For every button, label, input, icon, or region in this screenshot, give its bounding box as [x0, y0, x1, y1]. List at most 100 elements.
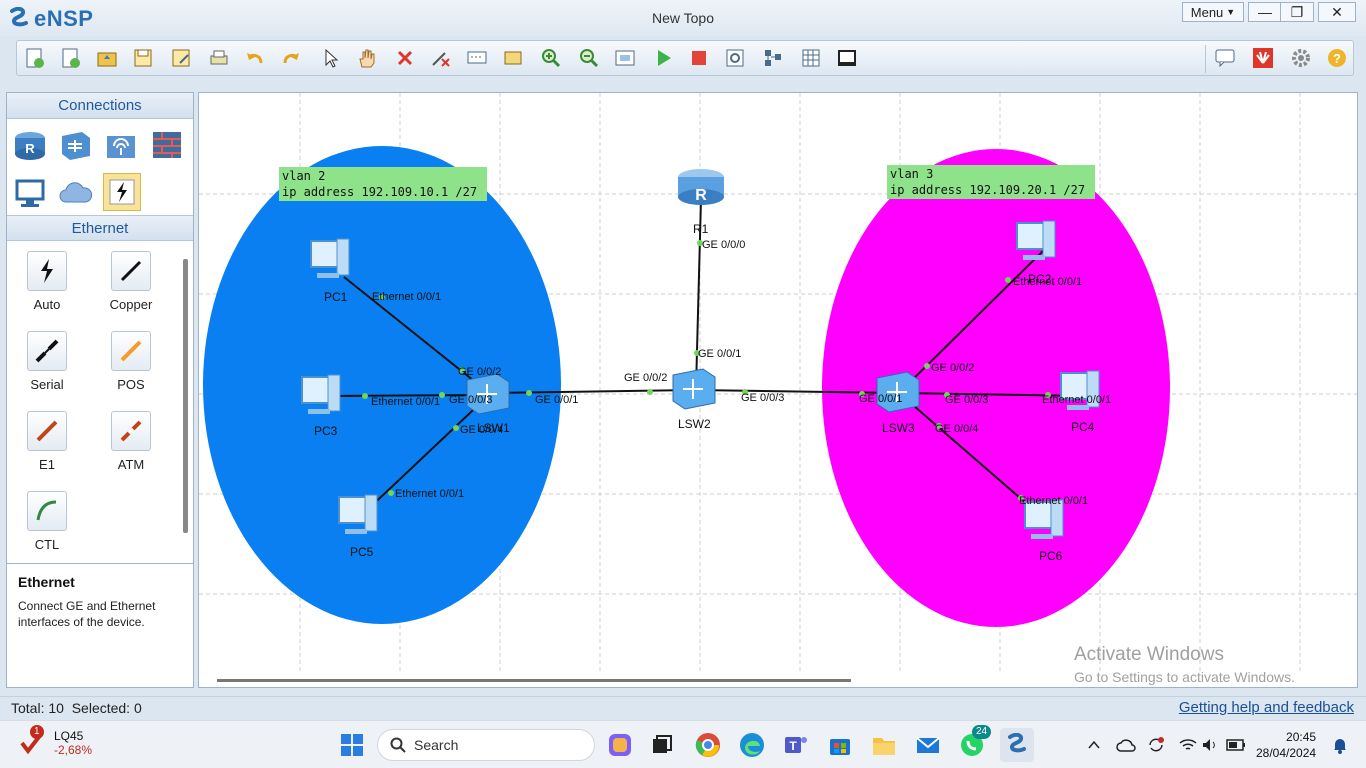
help-feedback-link[interactable]: Getting help and feedback [1179, 699, 1354, 716]
wireless-icon[interactable] [103, 127, 139, 163]
topology-canvas[interactable]: R R1 LSW1 LSW2 LSW3 PC1 PC2 PC3 PC4 PC5 … [198, 92, 1358, 688]
port-label: Ethernet 0/0/1 [395, 488, 464, 500]
device-panel: Connections R Ethernet Auto Copper Seria… [6, 92, 194, 688]
help-icon[interactable]: ? [1325, 46, 1349, 70]
device-label: PC1 [324, 290, 348, 304]
topology-icon[interactable] [761, 46, 785, 70]
mail-icon[interactable] [914, 731, 942, 759]
start-icon[interactable] [651, 46, 675, 70]
panel-scrollbar[interactable] [183, 259, 188, 533]
undo-icon[interactable] [243, 46, 267, 70]
activate-windows-watermark: Activate Windows Go to Settings to activ… [1074, 644, 1295, 685]
clock-time: 20:45 [1286, 730, 1317, 744]
settings-icon[interactable] [1289, 46, 1313, 70]
ctl-link-icon [27, 491, 67, 531]
link-copper[interactable]: Copper [101, 251, 161, 312]
pc-icon[interactable] [12, 175, 48, 211]
device-lsw3[interactable] [876, 371, 920, 413]
link-icon[interactable] [103, 173, 141, 211]
device-label: PC5 [350, 545, 374, 559]
fit-icon[interactable] [613, 46, 637, 70]
select-icon[interactable] [319, 46, 343, 70]
notification-bell-icon[interactable] [1326, 731, 1354, 759]
whatsapp-badge: 24 [972, 725, 992, 739]
sync-icon[interactable] [1142, 731, 1170, 759]
restore-icon: ❐ [1290, 3, 1304, 20]
link-atm[interactable]: ATM [101, 411, 161, 472]
link-e1[interactable]: E1 [17, 411, 77, 472]
taskbar-search[interactable]: Search [377, 729, 595, 761]
status-bar: Total: 10 Selected: 0 Getting help and f… [0, 696, 1366, 720]
onedrive-icon[interactable] [1112, 731, 1140, 759]
e1-link-icon [27, 411, 67, 451]
link-ctl-label: CTL [34, 537, 60, 552]
edge-icon[interactable] [738, 731, 766, 759]
menu-label: Menu [1190, 4, 1224, 20]
open-icon[interactable] [95, 46, 119, 70]
save-icon[interactable] [131, 46, 155, 70]
chevron-up-icon[interactable] [1080, 731, 1108, 759]
close-button[interactable]: ✕ [1318, 2, 1356, 22]
chrome-icon[interactable] [694, 731, 722, 759]
firewall-icon[interactable] [149, 127, 185, 163]
port-label: Ethernet 0/0/1 [1019, 495, 1088, 507]
start-icon[interactable] [338, 731, 366, 759]
switch-icon[interactable] [57, 127, 93, 163]
auto-link-icon [27, 251, 67, 291]
huawei-icon[interactable] [1251, 46, 1275, 70]
canvas-horizontal-scrollbar[interactable] [217, 679, 851, 682]
port-label: Ethernet 0/0/1 [372, 291, 441, 303]
device-lsw2[interactable] [672, 368, 716, 410]
link-auto[interactable]: Auto [17, 251, 77, 312]
menu-button[interactable]: Menu ▼ [1182, 2, 1244, 22]
ensp-taskbar-icon[interactable] [1000, 728, 1034, 762]
rectangle-note-icon[interactable] [501, 46, 525, 70]
copilot-icon[interactable] [606, 731, 634, 759]
whatsapp-icon[interactable]: 24 [958, 725, 992, 759]
terminal-icon[interactable] [835, 46, 859, 70]
watermark-title: Activate Windows [1074, 644, 1224, 665]
zoom-out-icon[interactable] [577, 46, 601, 70]
minimize-button[interactable]: — [1248, 2, 1282, 22]
redo-icon[interactable] [279, 46, 303, 70]
delete-link-icon[interactable] [429, 46, 453, 70]
store-icon[interactable] [826, 731, 854, 759]
chevron-down-icon: ▼ [1226, 7, 1236, 17]
system-clock[interactable]: 20:45 28/04/2024 [1256, 729, 1316, 761]
restore-button[interactable]: ❐ [1280, 2, 1314, 22]
battery-icon[interactable] [1222, 731, 1250, 759]
grid-icon[interactable] [799, 46, 823, 70]
search-placeholder: Search [414, 737, 459, 753]
stop-icon[interactable] [687, 46, 711, 70]
stock-widget[interactable]: 1 LQ45 -2,68% [18, 725, 92, 757]
link-serial[interactable]: Serial [17, 331, 77, 392]
task-view-icon[interactable] [648, 731, 676, 759]
stock-name: LQ45 [54, 729, 84, 743]
device-label: PC4 [1071, 420, 1095, 434]
vlan3-zone[interactable] [822, 149, 1170, 627]
zoom-in-icon[interactable] [539, 46, 563, 70]
delete-icon[interactable] [393, 46, 417, 70]
cloud-icon[interactable] [57, 175, 93, 211]
device-r1[interactable]: R [678, 169, 724, 205]
text-note-icon[interactable] [465, 46, 489, 70]
vlan3-note[interactable]: vlan 3 ip address 192.109.20.1 /27 [887, 165, 1095, 199]
volume-icon[interactable] [1196, 731, 1224, 759]
link-ctl[interactable]: CTL [17, 491, 77, 552]
device-label: LSW2 [678, 417, 711, 431]
pan-hand-icon[interactable] [355, 46, 379, 70]
router-icon[interactable]: R [12, 127, 48, 163]
new-topo-icon[interactable] [23, 46, 47, 70]
status-summary: Total: 10 Selected: 0 [11, 700, 142, 716]
port-label: Ethernet 0/0/1 [1013, 276, 1082, 288]
vlan2-note[interactable]: vlan 2 ip address 192.109.10.1 /27 [279, 167, 487, 201]
teams-icon[interactable]: T [782, 731, 810, 759]
file-explorer-icon[interactable] [870, 731, 898, 759]
link-pos[interactable]: POS [101, 331, 161, 392]
chat-icon[interactable] [1213, 46, 1237, 70]
capture-icon[interactable] [723, 46, 747, 70]
new-example-icon[interactable] [59, 46, 83, 70]
print-icon[interactable] [207, 46, 231, 70]
save-as-icon[interactable] [169, 46, 193, 70]
link-e1-label: E1 [39, 457, 55, 472]
